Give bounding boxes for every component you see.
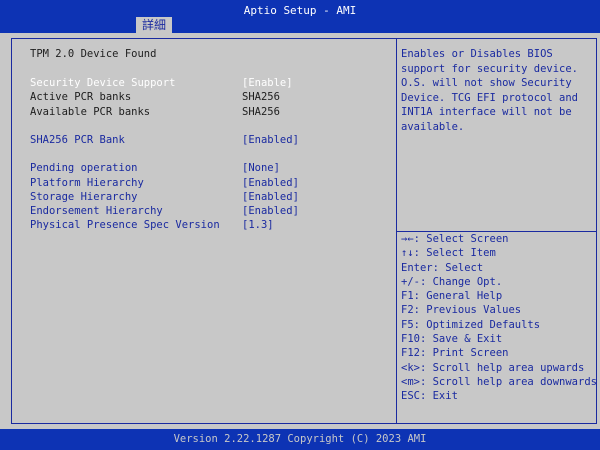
help-line: INT1A interface will not be (401, 106, 572, 118)
key-help-item: <m>: Scroll help area downwards (401, 375, 597, 388)
status-bar: Version 2.22.1287 Copyright (C) 2023 AMI (0, 429, 600, 450)
active-pcr-banks-label: Active PCR banks (30, 91, 132, 103)
help-line: support for security device. (401, 62, 579, 75)
storage-hierarchy-value[interactable]: [Enabled] (242, 190, 299, 204)
key-help-item: +/-: Change Opt. (401, 275, 503, 288)
security-device-support-label[interactable]: Security Device Support (30, 76, 175, 90)
physical-presence-spec-label[interactable]: Physical Presence Spec Version (30, 218, 220, 232)
frame-top-border (11, 38, 597, 39)
endorsement-hierarchy-label[interactable]: Endorsement Hierarchy (30, 204, 163, 218)
key-help-item: →←: Select Screen (401, 233, 509, 245)
platform-hierarchy-value[interactable]: [Enabled] (242, 176, 299, 190)
key-help-item: ↑↓: Select Item (401, 247, 496, 260)
available-pcr-banks-value: SHA256 (242, 106, 280, 118)
physical-presence-spec-value[interactable]: [1.3] (242, 218, 274, 232)
help-line: O.S. will not show Security (401, 77, 572, 89)
title-bar: Aptio Setup - AMI 詳細 (0, 0, 600, 33)
key-help-item: ESC: Exit (401, 390, 458, 403)
key-help-item: F10: Save & Exit (401, 333, 503, 346)
tab-advanced[interactable]: 詳細 (136, 17, 172, 33)
endorsement-hierarchy-value[interactable]: [Enabled] (242, 204, 299, 218)
key-help-item: Enter: Select (401, 261, 484, 274)
help-line: Enables or Disables BIOS (401, 48, 553, 60)
version-text: Version 2.22.1287 Copyright (C) 2023 AMI (173, 433, 427, 445)
key-help-item: F5: Optimized Defaults (401, 318, 541, 331)
pending-operation-value[interactable]: [None] (242, 161, 280, 175)
available-pcr-banks-label: Available PCR banks (30, 106, 151, 118)
help-line: Device. TCG EFI protocol and (401, 91, 579, 104)
app-title: Aptio Setup - AMI (243, 4, 357, 17)
frame-left-border (11, 38, 12, 424)
key-help-item: <k>: Scroll help area upwards (401, 361, 585, 374)
key-help-item: F1: General Help (401, 290, 503, 303)
pending-operation-label[interactable]: Pending operation (30, 161, 137, 175)
key-help-item: F12: Print Screen (401, 347, 509, 360)
help-text: Enables or Disables BIOS support for sec… (401, 47, 597, 134)
key-help: →←: Select Screen ↑↓: Select Item Enter:… (401, 232, 597, 404)
security-device-support-value[interactable]: [Enable] (242, 76, 293, 90)
help-line: available. (401, 120, 465, 133)
sha256-pcr-bank-label[interactable]: SHA256 PCR Bank (30, 133, 125, 147)
section-title: TPM 2.0 Device Found (30, 48, 157, 60)
platform-hierarchy-label[interactable]: Platform Hierarchy (30, 176, 144, 190)
storage-hierarchy-label[interactable]: Storage Hierarchy (30, 190, 137, 204)
frame-bottom-border (11, 423, 597, 424)
sha256-pcr-bank-value[interactable]: [Enabled] (242, 133, 299, 147)
key-help-item: F2: Previous Values (401, 304, 522, 317)
active-pcr-banks-value: SHA256 (242, 91, 280, 103)
